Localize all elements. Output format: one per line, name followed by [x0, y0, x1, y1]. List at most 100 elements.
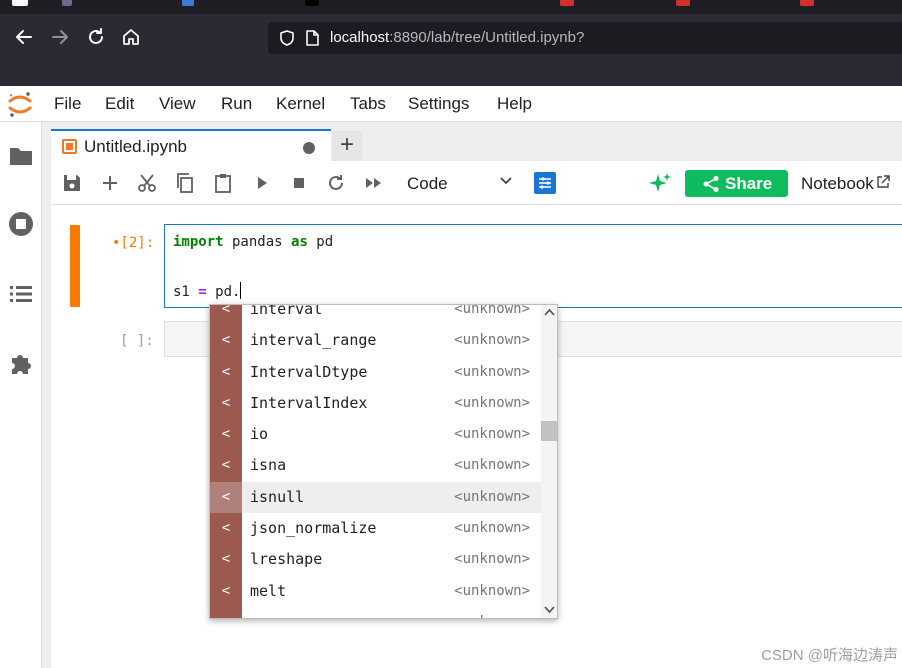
save-icon[interactable]: [61, 172, 83, 194]
menu-help[interactable]: Help: [497, 94, 532, 114]
variable-name: s1: [173, 284, 199, 300]
menu-edit[interactable]: Edit: [105, 94, 134, 114]
code-cell-editor[interactable]: import pandas as pd s1 = pd.: [164, 224, 902, 308]
shield-icon[interactable]: [278, 29, 296, 47]
completer-item-type-label: <unknown>: [454, 332, 530, 349]
menu-tabs[interactable]: Tabs: [350, 94, 386, 114]
notebook-toolbar: Code Share Notebook: [51, 162, 902, 205]
browser-tab[interactable]: [62, 0, 72, 6]
paste-icon[interactable]: [212, 172, 234, 194]
completer-item-type: <: [210, 481, 242, 514]
watermark: CSDN @听海边涛声: [761, 647, 898, 664]
completer-item[interactable]: < json_normalize <unknown>: [210, 513, 541, 545]
copy-icon[interactable]: [174, 172, 196, 194]
tab-title: Untitled.ipynb: [84, 137, 188, 156]
extension-puzzle-icon[interactable]: [8, 350, 34, 376]
completer-item-name: IntervalIndex: [250, 393, 368, 412]
completer-item-type: <: [210, 356, 242, 388]
completer-item-type-label: <unknown>: [454, 607, 530, 618]
completer-item-type-label: <unknown>: [454, 394, 530, 411]
menu-kernel[interactable]: Kernel: [276, 94, 325, 114]
completer-item[interactable]: < melt <unknown>: [210, 575, 541, 607]
external-link-icon: [877, 175, 890, 188]
completer-item-type: <: [210, 419, 242, 451]
code-line: s1 = pd.: [173, 282, 242, 300]
browser-tab[interactable]: [12, 0, 28, 6]
fast-forward-icon[interactable]: [363, 172, 385, 194]
browser-tab[interactable]: [182, 0, 194, 6]
completer-item[interactable]: < isnull <unknown>: [210, 481, 541, 514]
completer-item-type: <: [210, 305, 242, 326]
chevron-down-icon[interactable]: [499, 174, 513, 188]
scroll-down-icon[interactable]: [544, 606, 555, 614]
menu-view[interactable]: View: [159, 94, 196, 114]
cut-icon[interactable]: [136, 172, 158, 194]
completer-item[interactable]: < IntervalIndex <unknown>: [210, 387, 541, 420]
browser-toolbar: localhost:8890/lab/tree/Untitled.ipynb?: [0, 14, 902, 62]
page-icon: [306, 30, 319, 46]
browser-tab[interactable]: [800, 0, 814, 6]
attribute-access: pd.: [206, 284, 241, 300]
url-host: localhost: [330, 29, 390, 46]
completer-item[interactable]: < isna <unknown>: [210, 450, 541, 482]
completer-item-type-label: <unknown>: [454, 520, 530, 537]
share-icon: [703, 176, 719, 192]
module-alias: pd: [307, 234, 334, 250]
completer-item[interactable]: < io <unknown>: [210, 419, 541, 451]
browser-tab-strip: [0, 0, 902, 14]
notebook-icon: [62, 139, 77, 154]
stop-icon[interactable]: [288, 172, 310, 194]
completer-item-type: <: [210, 387, 242, 420]
code-line: import pandas as pd: [173, 234, 333, 250]
home-icon[interactable]: [118, 24, 144, 50]
reload-icon[interactable]: [83, 24, 109, 50]
share-label: Share: [725, 174, 773, 193]
ai-sparkle-icon[interactable]: [647, 171, 673, 197]
scroll-up-icon[interactable]: [544, 308, 555, 316]
browser-tab[interactable]: [676, 0, 690, 6]
completer-scrollbar[interactable]: [541, 305, 557, 618]
completer-item[interactable]: < interval <unknown>: [210, 304, 541, 326]
property-inspector-icon[interactable]: [534, 172, 556, 194]
scrollbar-thumb[interactable]: [541, 421, 557, 441]
menu-run[interactable]: Run: [221, 94, 252, 114]
completer-item[interactable]: < lreshape <unknown>: [210, 544, 541, 576]
add-cell-icon[interactable]: [99, 172, 121, 194]
completer-item-type-label: <unknown>: [454, 304, 530, 317]
browser-tab[interactable]: [305, 0, 319, 6]
restart-icon[interactable]: [325, 172, 347, 194]
unsaved-dot-icon[interactable]: [303, 142, 315, 154]
forward-arrow-icon[interactable]: [47, 24, 73, 50]
table-of-contents-icon[interactable]: [8, 281, 34, 307]
completer-item[interactable]: < merge <unknown>: [210, 606, 541, 618]
completer-popup[interactable]: < interval <unknown> < interval_range <unknow…: [209, 304, 558, 619]
back-arrow-icon[interactable]: [11, 24, 37, 50]
completer-item-type: <: [210, 606, 242, 618]
open-in-notebook-link[interactable]: Notebook: [801, 174, 890, 194]
menu-file[interactable]: File: [54, 94, 81, 114]
keyword-as: as: [291, 234, 308, 250]
completer-item-name: json_normalize: [250, 519, 377, 538]
completer-item-name: merge: [250, 607, 295, 618]
url-text[interactable]: localhost:8890/lab/tree/Untitled.ipynb?: [330, 29, 584, 46]
browser-tab[interactable]: [560, 0, 574, 6]
folder-icon[interactable]: [8, 143, 34, 169]
completer-item-type-label: <unknown>: [454, 426, 530, 443]
run-icon[interactable]: [251, 172, 273, 194]
completer-item[interactable]: < interval_range <unknown>: [210, 325, 541, 357]
cell-type-select[interactable]: Code: [407, 174, 448, 194]
notebook-label: Notebook: [801, 174, 874, 193]
keyword-import: import: [173, 234, 224, 250]
active-cell-indicator[interactable]: [70, 225, 80, 307]
menu-settings[interactable]: Settings: [408, 94, 469, 114]
completer-item-name: interval: [250, 304, 323, 318]
completer-item-name: IntervalDtype: [250, 362, 368, 381]
new-launcher-button[interactable]: +: [332, 131, 362, 161]
tab-untitled-notebook[interactable]: Untitled.ipynb: [51, 129, 331, 162]
completer-item[interactable]: < IntervalDtype <unknown>: [210, 356, 541, 388]
share-button[interactable]: Share: [685, 170, 788, 197]
running-stop-icon[interactable]: [8, 211, 34, 237]
completer-item-type: <: [210, 513, 242, 545]
module-name: pandas: [223, 234, 292, 250]
url-bar[interactable]: localhost:8890/lab/tree/Untitled.ipynb?: [268, 22, 902, 54]
